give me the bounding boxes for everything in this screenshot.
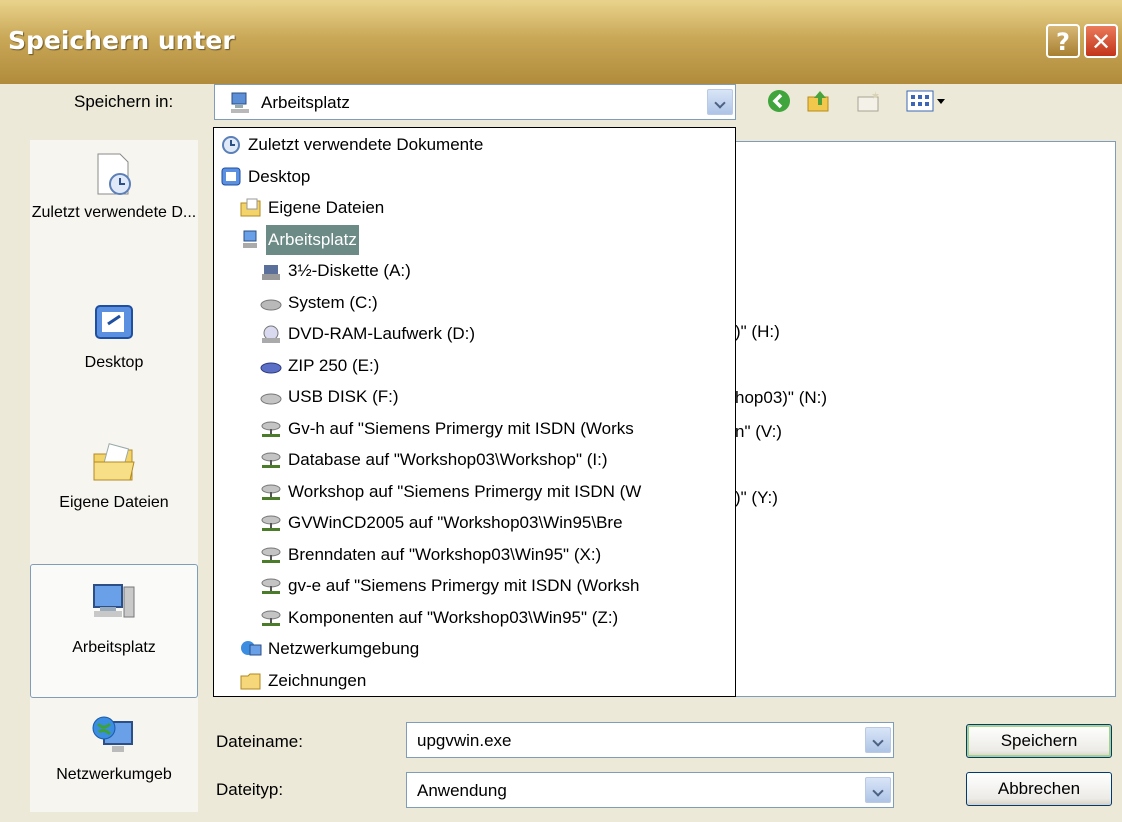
network-drive-icon	[261, 610, 281, 626]
filetype-dropdown-button[interactable]	[865, 777, 891, 803]
close-button[interactable]: ✕	[1084, 24, 1118, 58]
usb-drive-icon	[260, 393, 282, 405]
dropdown-item-label: Komponenten auf "Workshop03\Win95" (Z:)	[288, 607, 619, 627]
filename-label: Dateiname:	[216, 732, 303, 751]
network-drive-icon	[261, 547, 281, 563]
view-menu-icon[interactable]	[906, 88, 954, 114]
dropdown-item-label: Workshop auf "Siemens Primergy mit ISDN …	[288, 481, 642, 501]
dropdown-item-label: gv-e auf "Siemens Primergy mit ISDN (Wor…	[288, 576, 640, 595]
save-button[interactable]: Speichern	[966, 724, 1112, 758]
network-drive-icon	[261, 421, 281, 437]
dropdown-item-label: ZIP 250 (E:)	[288, 355, 380, 375]
desktop-icon	[95, 305, 133, 339]
back-icon[interactable]	[766, 88, 792, 114]
zip-drive-icon	[260, 362, 282, 373]
save-in-combo[interactable]: Arbeitsplatz	[214, 84, 736, 120]
computer-icon	[231, 92, 249, 113]
desktop-icon	[221, 167, 241, 185]
dropdown-item-label: Database auf "Workshop03\Workshop" (I:)	[288, 450, 608, 469]
save-in-value: Arbeitsplatz	[261, 93, 350, 112]
save-in-dropdown-list[interactable]: Zuletzt verwendete Dokumente Desktop Eigen…	[213, 127, 736, 697]
place-label: Desktop	[84, 354, 144, 371]
filetype-combo[interactable]: Anwendung	[406, 772, 894, 808]
save-in-dropdown-button[interactable]	[707, 89, 733, 115]
dropdown-item-label: Zeichnungen	[268, 670, 367, 690]
place-label: Netzwerkumgeb	[56, 766, 172, 783]
network-drive-icon	[261, 484, 281, 500]
dvd-drive-icon	[262, 325, 280, 343]
places-bar: Zuletzt verwendete D... Desktop Eigene D…	[30, 140, 198, 812]
filetype-label: Dateityp:	[216, 780, 284, 799]
recent-documents-icon	[222, 136, 240, 154]
network-drive-icon	[261, 515, 281, 531]
dropdown-item-label: Arbeitsplatz	[266, 224, 359, 255]
my-computer-icon	[93, 584, 135, 618]
filename-value: upgvwin.exe	[417, 731, 512, 750]
dropdown-item-label: Desktop	[248, 166, 311, 186]
floppy-icon	[262, 265, 280, 280]
dropdown-item-label: USB DISK (F:)	[288, 387, 399, 406]
place-my-computer[interactable]: Arbeitsplatz	[30, 564, 198, 698]
place-label: Zuletzt verwendete D...	[31, 204, 197, 221]
recent-documents-icon	[97, 153, 131, 195]
network-icon	[241, 641, 262, 656]
network-drive-icon	[261, 452, 281, 468]
hard-drive-icon	[260, 299, 282, 310]
cancel-button[interactable]: Abbrechen	[966, 772, 1112, 806]
dropdown-item-label: Zuletzt verwendete Dokumente	[248, 135, 484, 154]
filename-dropdown-button[interactable]	[865, 727, 891, 753]
list-item[interactable]: hop03)" (N:)	[735, 388, 827, 408]
network-icon	[92, 716, 133, 752]
folder-icon	[240, 673, 261, 689]
up-folder-icon[interactable]	[806, 88, 832, 114]
place-recent[interactable]: Zuletzt verwendete D...	[30, 150, 198, 276]
my-computer-icon	[243, 230, 257, 248]
dropdown-item-label: DVD-RAM-Laufwerk (D:)	[288, 324, 476, 343]
list-item[interactable]: )" (H:)	[735, 322, 780, 342]
network-drive-icon	[261, 578, 281, 594]
place-desktop[interactable]: Desktop	[30, 300, 198, 400]
save-in-label: Speichern in:	[74, 92, 174, 111]
dropdown-item-label: Eigene Dateien	[268, 198, 385, 217]
place-label: Arbeitsplatz	[72, 639, 156, 656]
title-bar[interactable]: Speichern unter ? ✕	[0, 0, 1122, 84]
window-title: Speichern unter	[8, 26, 235, 55]
dropdown-item-label: System (C:)	[288, 292, 378, 312]
place-label: Eigene Dateien	[59, 494, 169, 511]
dropdown-item-label: Netzwerkumgebung	[268, 639, 420, 658]
place-my-documents[interactable]: Eigene Dateien	[30, 440, 198, 540]
help-button[interactable]: ?	[1046, 24, 1080, 58]
dropdown-item-label: Brenndaten auf "Workshop03\Win95" (X:)	[288, 544, 602, 564]
new-folder-icon[interactable]	[856, 88, 882, 114]
my-documents-icon	[240, 198, 261, 217]
dropdown-item-label: GVWinCD2005 auf "Workshop03\Win95\Bre	[288, 513, 623, 532]
place-network[interactable]: Netzwerkumgeb	[30, 712, 198, 812]
dropdown-item-label: 3½-Diskette (A:)	[288, 261, 411, 280]
list-item[interactable]: n" (V:)	[735, 422, 782, 442]
filetype-value: Anwendung	[417, 781, 507, 800]
filename-field[interactable]: upgvwin.exe	[406, 722, 894, 758]
dropdown-item-label: Gv-h auf "Siemens Primergy mit ISDN (Wor…	[288, 418, 634, 438]
my-documents-icon	[93, 443, 135, 481]
list-item[interactable]: )" (Y:)	[735, 488, 778, 508]
